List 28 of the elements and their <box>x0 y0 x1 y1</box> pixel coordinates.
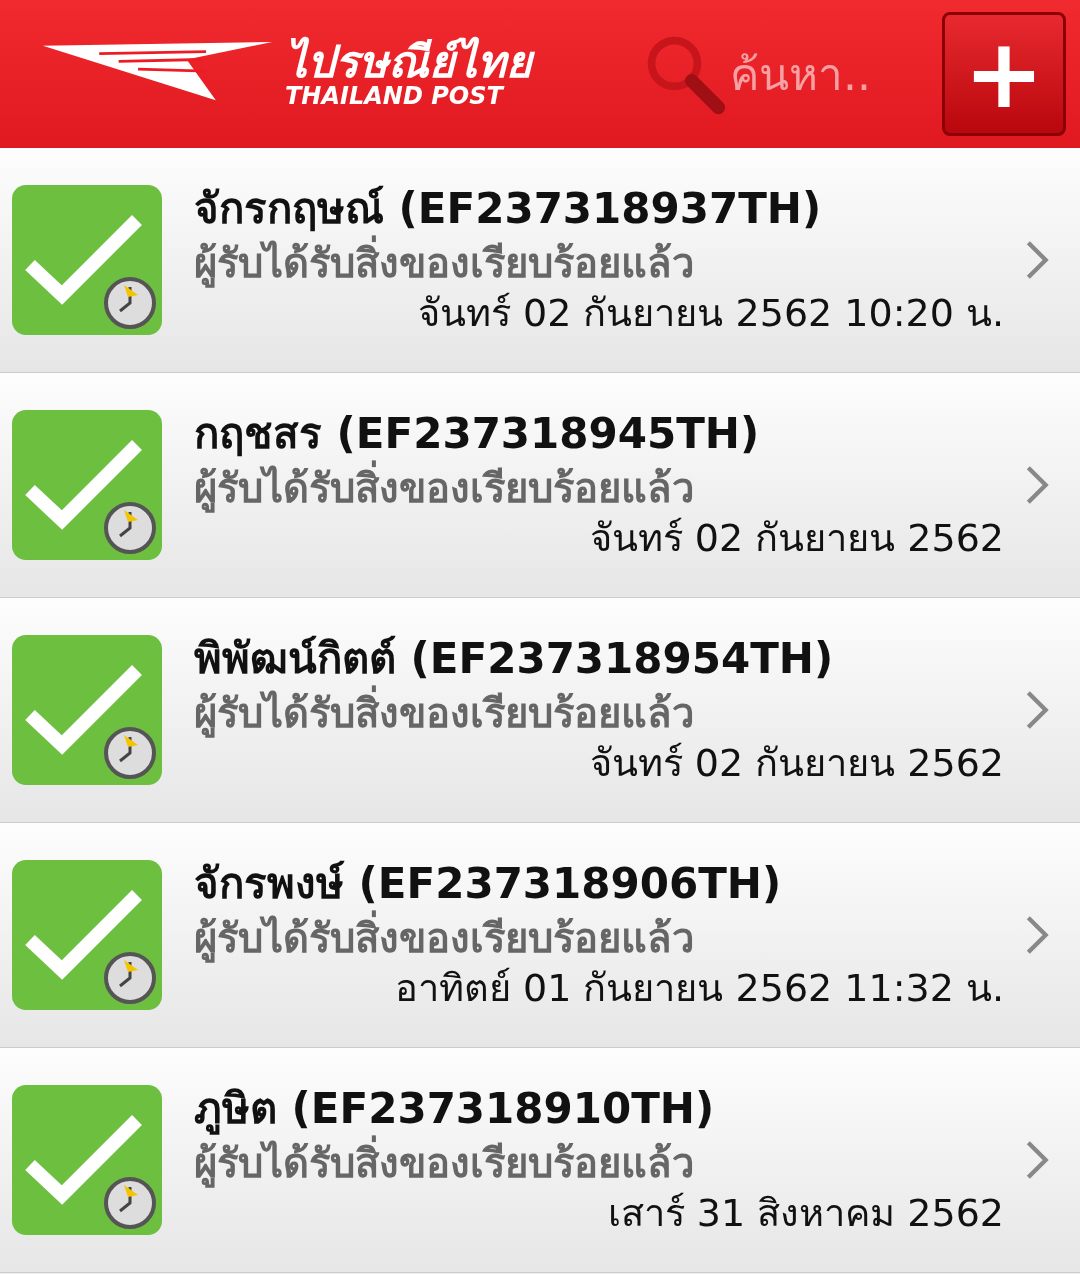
delivered-check-icon <box>12 410 162 560</box>
tracking-list-item[interactable]: จักรพงษ์ (EF237318906TH) ผู้รับได้รับสิ่งของเรียบร้อยแล้ว อาทิตย์ 01 กันยายน 2562 11:32 น. <box>0 823 1080 1048</box>
tracking-list-item[interactable]: จักรกฤษณ์ (EF237318937TH) ผู้รับได้รับสิ่งของเรียบร้อยแล้ว จันทร์ 02 กันยายน 2562 10:20 น. <box>0 148 1080 373</box>
item-title: กฤชสร (EF237318945TH) <box>194 408 761 460</box>
delivered-check-icon <box>12 635 162 785</box>
tracking-list-item[interactable]: พิพัฒน์กิตต์ (EF237318954TH) ผู้รับได้รับสิ่งของเรียบร้อยแล้ว จันทร์ 02 กันยายน 2562 <box>0 598 1080 823</box>
item-title: พิพัฒน์กิตต์ (EF237318954TH) <box>194 633 835 685</box>
item-date: จันทร์ 02 กันยายน 2562 10:20 น. <box>417 289 1004 337</box>
add-button[interactable]: + <box>942 12 1066 136</box>
item-date: จันทร์ 02 กันยายน 2562 <box>589 514 1004 562</box>
item-status: ผู้รับได้รับสิ่งของเรียบร้อยแล้ว <box>194 1136 1004 1189</box>
item-date: จันทร์ 02 กันยายน 2562 <box>589 739 1004 787</box>
logo-subtitle: THAILAND POST <box>285 84 506 108</box>
delivered-check-icon <box>12 1085 162 1235</box>
item-status: ผู้รับได้รับสิ่งของเรียบร้อยแล้ว <box>194 461 1004 514</box>
item-status: ผู้รับได้รับสิ่งของเรียบร้อยแล้ว <box>194 686 1004 739</box>
item-title: จักรกฤษณ์ (EF237318937TH) <box>194 183 823 235</box>
item-title: จักรพงษ์ (EF237318906TH) <box>194 858 783 910</box>
search-field[interactable]: ค้นหา.. <box>728 47 922 101</box>
tracking-list-item[interactable]: ภูษิต (EF237318910TH) ผู้รับได้รับสิ่งของเรียบร้อยแล้ว เสาร์ 31 สิงหาคม 2562 <box>0 1048 1080 1273</box>
tracking-list-item[interactable]: กฤชสร (EF237318945TH) ผู้รับได้รับสิ่งของเรียบร้อยแล้ว จันทร์ 02 กันยายน 2562 <box>0 373 1080 598</box>
item-date: เสาร์ 31 สิงหาคม 2562 <box>607 1189 1004 1237</box>
item-title: ภูษิต (EF237318910TH) <box>194 1083 716 1135</box>
delivered-check-icon <box>12 860 162 1010</box>
item-status: ผู้รับได้รับสิ่งของเรียบร้อยแล้ว <box>194 236 1004 289</box>
item-status: ผู้รับได้รับสิ่งของเรียบร้อยแล้ว <box>194 911 1004 964</box>
delivered-check-icon <box>12 185 162 335</box>
item-date: อาทิตย์ 01 กันยายน 2562 11:32 น. <box>394 964 1004 1012</box>
